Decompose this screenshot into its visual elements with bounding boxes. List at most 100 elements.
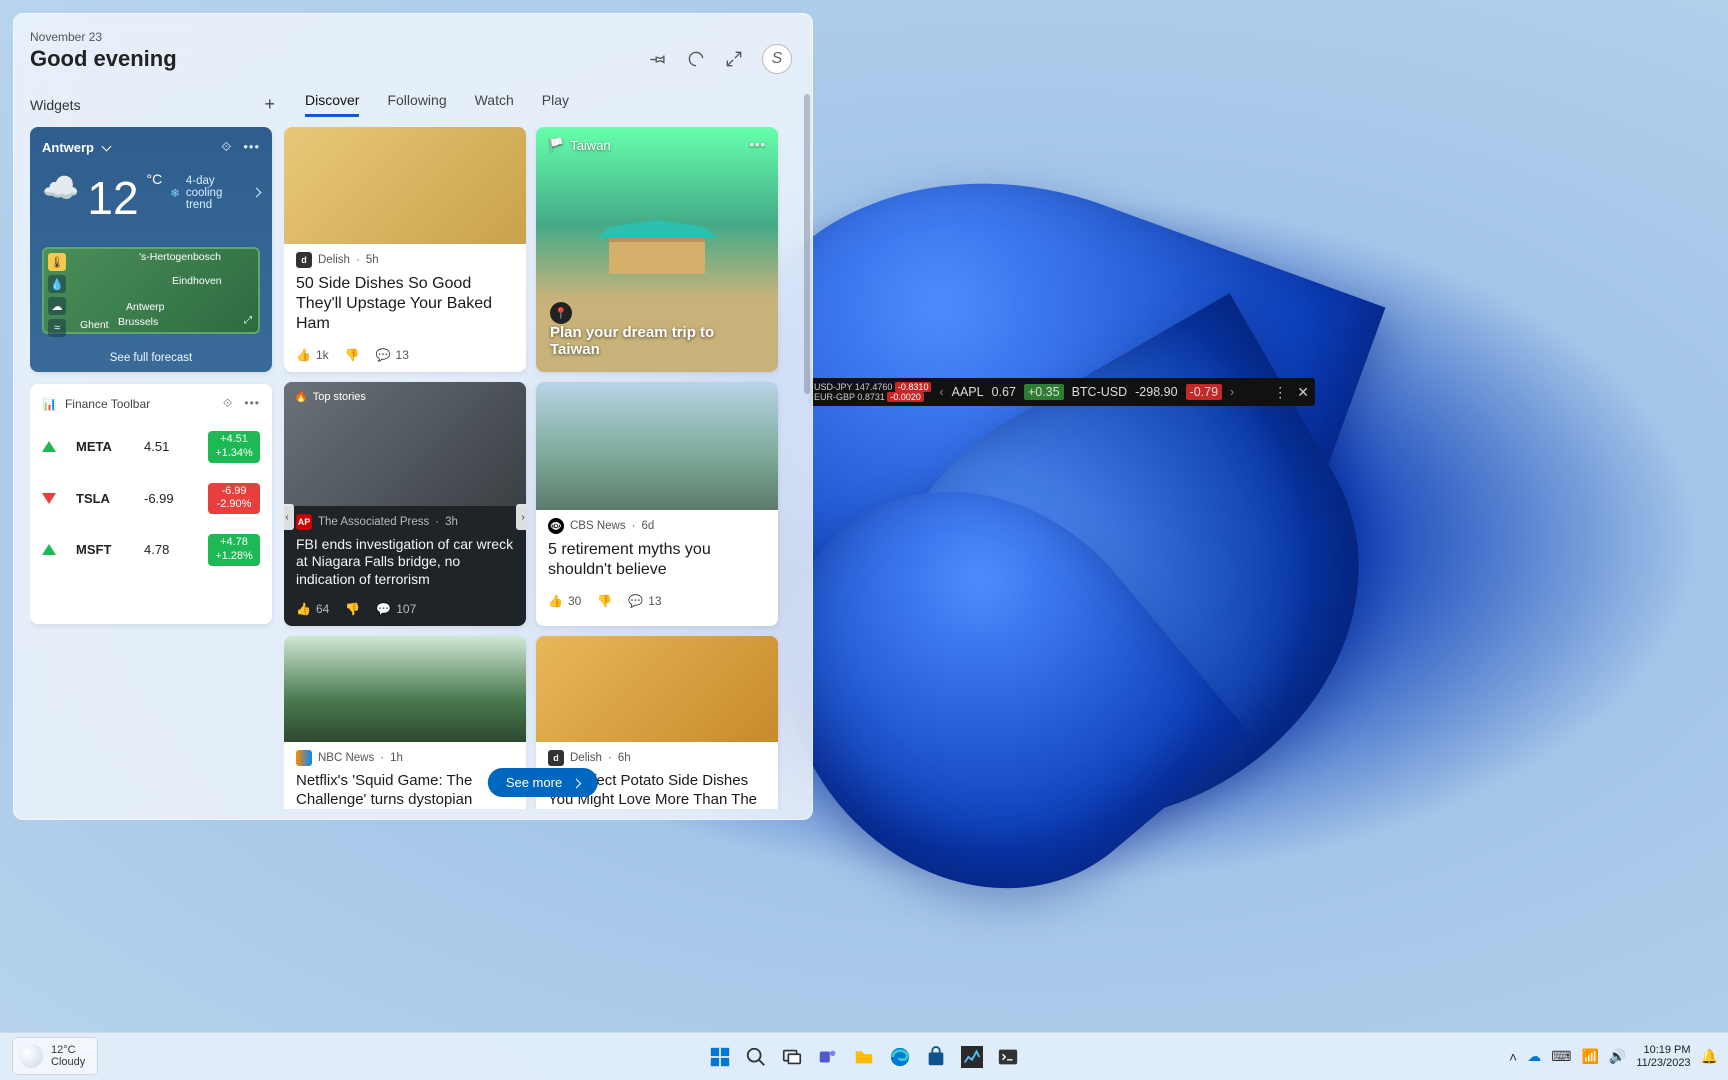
news-card-retirement[interactable]: 👁CBS News · 6d 5 retirement myths you sh… (536, 382, 778, 626)
weather-location[interactable]: Antwerp (42, 140, 110, 155)
weather-trend[interactable]: ❄4-day cooling trend (170, 175, 260, 211)
travel-title: Plan your dream trip to Taiwan (550, 324, 764, 358)
chevron-right-icon (570, 775, 580, 790)
ticker-change: -0.79 (1186, 384, 1223, 400)
comments-button[interactable]: 💬 13 (628, 594, 661, 608)
source-logo-icon: d (548, 750, 564, 766)
news-age: 6d (641, 520, 654, 532)
expand-icon[interactable] (724, 49, 744, 69)
terminal-icon[interactable] (994, 1043, 1022, 1071)
news-age: 6h (618, 752, 631, 764)
onedrive-icon[interactable]: ☁ (1527, 1048, 1541, 1065)
stock-value: -6.99 (144, 491, 188, 506)
map-label: 's-Hertogenbosch (139, 251, 221, 263)
precip-layer-icon[interactable]: 💧 (48, 275, 66, 293)
taskbar: 12°C Cloudy ˄ ☁ ⌨ 📶 🔊 10:19 PM 11/23/202… (0, 1032, 1728, 1080)
header-greeting: Good evening (30, 46, 177, 72)
start-button[interactable] (706, 1043, 734, 1071)
notifications-icon[interactable]: 🔔 (1701, 1048, 1718, 1065)
stock-row[interactable]: MSFT 4.78 +4.78+1.28% (42, 534, 260, 566)
prev-arrow-icon[interactable]: ‹ (284, 504, 294, 530)
triangle-up-icon (42, 441, 56, 452)
file-explorer-icon[interactable] (850, 1043, 878, 1071)
news-source: The Associated Press (318, 516, 429, 528)
like-button[interactable]: 👍 64 (296, 602, 329, 616)
ticker-value: 0.67 (992, 385, 1016, 399)
edge-icon[interactable] (886, 1043, 914, 1071)
pin-icon[interactable]: ⟐ (221, 139, 231, 155)
wifi-icon[interactable]: 📶 (1581, 1048, 1598, 1065)
more-icon[interactable]: ••• (243, 139, 260, 155)
stock-symbol: TSLA (76, 491, 124, 506)
stock-row[interactable]: META 4.51 +4.51+1.34% (42, 431, 260, 463)
news-title: 5 retirement myths you shouldn't believe (536, 538, 778, 588)
ticker-change: +0.35 (1024, 384, 1064, 400)
dislike-button[interactable]: 👎 (345, 602, 360, 616)
tab-discover[interactable]: Discover (305, 92, 359, 117)
refresh-icon[interactable] (686, 49, 706, 69)
news-image (284, 636, 526, 742)
scroll-left-icon[interactable]: ‹ (939, 385, 943, 399)
stock-symbol: MSFT (76, 542, 124, 557)
news-image (536, 636, 778, 742)
task-view-icon[interactable] (778, 1043, 806, 1071)
teams-icon[interactable] (814, 1043, 842, 1071)
location-pin-icon[interactable]: 📍 (550, 302, 572, 324)
volume-icon[interactable]: 🔊 (1609, 1048, 1626, 1065)
search-icon[interactable] (742, 1043, 770, 1071)
temp-layer-icon[interactable]: 🌡 (48, 253, 66, 271)
news-image (536, 382, 778, 510)
comments-button[interactable]: 💬 107 (376, 602, 416, 616)
more-icon[interactable]: ••• (749, 137, 766, 153)
user-avatar[interactable]: S (762, 44, 792, 74)
stock-row[interactable]: TSLA -6.99 -6.99-2.90% (42, 483, 260, 515)
news-card-fbi[interactable]: 🔥 Top stories ‹ › APThe Associated Press… (284, 382, 526, 626)
ticker-menu-icon[interactable]: ⋮ (1273, 384, 1287, 401)
finance-app-icon[interactable] (958, 1043, 986, 1071)
like-button[interactable]: 👍 1k (296, 348, 329, 362)
source-logo-icon: 👁 (548, 518, 564, 534)
pin-icon[interactable] (648, 49, 668, 69)
tray-clock[interactable]: 10:19 PM 11/23/2023 (1636, 1044, 1690, 1069)
store-icon[interactable] (922, 1043, 950, 1071)
tab-watch[interactable]: Watch (475, 92, 514, 117)
ticker-close-icon[interactable]: ✕ (1297, 384, 1309, 401)
news-card-sidedish[interactable]: dDelish · 5h 50 Side Dishes So Good They… (284, 127, 526, 372)
travel-card-taiwan[interactable]: 🏳️Taiwan ••• 📍 Plan your dream trip to T… (536, 127, 778, 372)
header-date: November 23 (30, 30, 177, 44)
news-age: 3h (445, 516, 458, 528)
tab-following[interactable]: Following (387, 92, 446, 117)
news-age: 1h (390, 752, 403, 764)
dislike-button[interactable]: 👎 (345, 348, 360, 362)
weather-map[interactable]: 🌡 💧 ☁ ≈ 's-Hertogenbosch Eindhoven Antwe… (42, 247, 260, 334)
full-forecast-link[interactable]: See full forecast (110, 352, 192, 364)
tab-play[interactable]: Play (542, 92, 569, 117)
see-more-button[interactable]: See more (488, 768, 598, 797)
dislike-button[interactable]: 👎 (597, 594, 612, 608)
weather-widget[interactable]: Antwerp ⟐ ••• ☁️ 12 °C ❄4-day cooling tr… (30, 127, 272, 372)
wind-layer-icon[interactable]: ≈ (48, 319, 66, 337)
temple-illustration (597, 220, 717, 280)
tray-chevron-icon[interactable]: ˄ (1509, 1049, 1517, 1065)
like-button[interactable]: 👍 30 (548, 594, 581, 608)
scroll-right-icon[interactable]: › (1230, 385, 1234, 399)
cloud-icon: ☁️ (42, 171, 79, 206)
language-icon[interactable]: ⌨ (1551, 1048, 1571, 1065)
ticker-symbol: BTC-USD (1072, 385, 1128, 399)
finance-title: Finance Toolbar (65, 397, 150, 411)
source-logo-icon: d (296, 252, 312, 268)
more-icon[interactable]: ••• (244, 396, 260, 411)
cloud-layer-icon[interactable]: ☁ (48, 297, 66, 315)
maximize-map-icon[interactable]: ⤢ (244, 315, 252, 326)
stock-value: 4.78 (144, 542, 188, 557)
comments-button[interactable]: 💬 13 (376, 348, 409, 362)
pin-icon[interactable]: ⟐ (223, 396, 232, 411)
map-label: Brussels (118, 316, 158, 328)
scrollbar[interactable] (804, 94, 810, 394)
next-arrow-icon[interactable]: › (516, 504, 526, 530)
taskbar-weather[interactable]: 12°C Cloudy (12, 1037, 98, 1075)
news-source: Delish (318, 254, 350, 266)
finance-ticker[interactable]: USD-JPY 147.4760 -0.8310 EUR-GBP 0.8731 … (808, 378, 1315, 406)
add-widget-icon[interactable]: + (264, 94, 275, 115)
news-source: NBC News (318, 752, 374, 764)
